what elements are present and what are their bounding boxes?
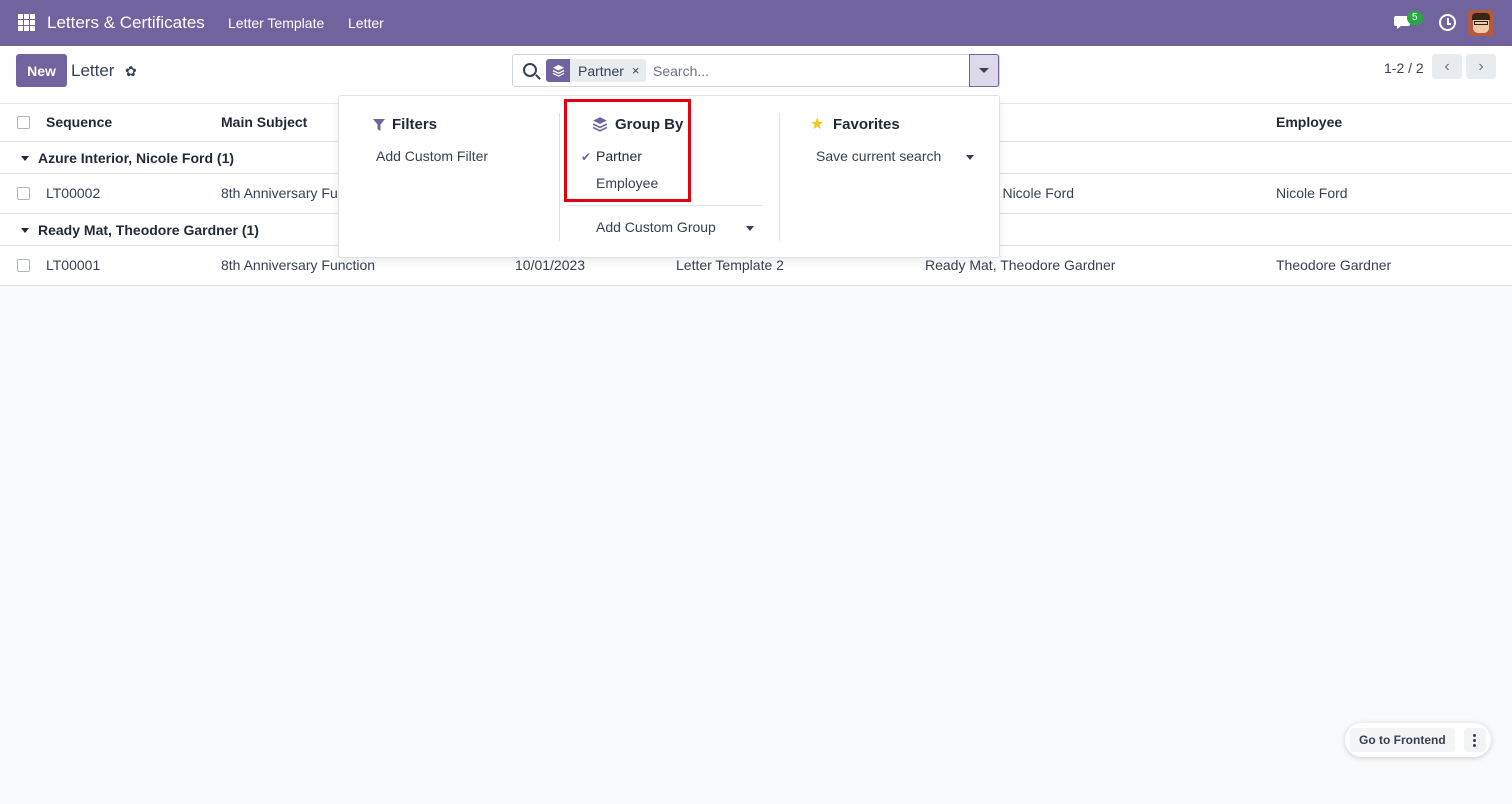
cell-employee: Nicole Ford xyxy=(1276,185,1348,201)
facet-label: Partner xyxy=(578,62,624,79)
search-options-dropdown: Filters Add Custom Filter Group By ✔ Par… xyxy=(338,95,1000,258)
chevron-down-icon xyxy=(746,226,754,231)
chat-badge: 5 xyxy=(1407,11,1423,25)
row-checkbox[interactable] xyxy=(17,259,30,272)
cell-partner: Ready Mat, Theodore Gardner xyxy=(925,257,1116,273)
search-facet-partner: Partner × xyxy=(546,59,646,82)
cell-sequence: LT00002 xyxy=(46,185,101,201)
frontend-pill: Go to Frontend xyxy=(1345,723,1491,757)
cell-sequence: LT00001 xyxy=(46,257,101,273)
divider xyxy=(567,205,763,206)
select-all-checkbox[interactable] xyxy=(17,116,30,129)
cell-main-subject: 8th Anniversary Function xyxy=(221,257,376,273)
clock-icon[interactable] xyxy=(1439,14,1456,31)
nav-item-letter[interactable]: Letter xyxy=(348,15,384,31)
cell-main-subject: 8th Anniversary Fu xyxy=(221,185,338,201)
layers-icon xyxy=(546,59,570,82)
column-header-sequence[interactable]: Sequence xyxy=(46,114,112,130)
chevron-down-icon xyxy=(966,155,974,160)
caret-down-icon xyxy=(21,228,29,233)
search-bar: Partner × xyxy=(512,54,1000,87)
star-icon: ★ xyxy=(810,116,825,133)
group-label: Ready Mat, Theodore Gardner (1) xyxy=(38,222,259,238)
column-header-main-subject[interactable]: Main Subject xyxy=(221,114,307,130)
add-custom-filter[interactable]: Add Custom Filter xyxy=(376,148,488,164)
cell-template: Letter Template 2 xyxy=(676,257,784,273)
avatar[interactable] xyxy=(1468,10,1494,36)
group-label: Azure Interior, Nicole Ford (1) xyxy=(38,150,235,166)
cell-date: 10/01/2023 xyxy=(515,257,586,273)
add-custom-group-select[interactable]: Add Custom Group xyxy=(596,219,716,235)
cell-employee: Theodore Gardner xyxy=(1276,257,1392,273)
nav-item-letter-template[interactable]: Letter Template xyxy=(228,15,324,31)
pager-value[interactable]: 1-2 / 2 xyxy=(1384,60,1424,76)
kebab-menu-icon[interactable] xyxy=(1464,728,1486,752)
search-input[interactable] xyxy=(653,60,963,82)
new-button[interactable]: New xyxy=(16,54,67,87)
favorites-title: Favorites xyxy=(833,116,900,133)
facet-remove-icon[interactable]: × xyxy=(632,63,646,78)
page-title: Letter xyxy=(71,61,115,80)
chevron-down-icon xyxy=(979,68,989,73)
apps-grid-icon[interactable] xyxy=(18,14,35,31)
pager-previous-button[interactable]: ‹ xyxy=(1432,54,1462,79)
divider xyxy=(559,113,560,241)
gear-icon[interactable]: ✿ xyxy=(125,63,137,80)
highlight-annotation xyxy=(564,99,691,202)
column-header-employee[interactable]: Employee xyxy=(1276,114,1342,130)
filters-title: Filters xyxy=(392,116,438,133)
caret-down-icon xyxy=(21,156,29,161)
row-checkbox[interactable] xyxy=(17,187,30,200)
search-icon[interactable] xyxy=(523,63,537,77)
divider xyxy=(779,113,780,241)
search-options-toggle[interactable] xyxy=(969,54,999,87)
go-to-frontend-button[interactable]: Go to Frontend xyxy=(1350,728,1455,752)
save-current-search[interactable]: Save current search xyxy=(816,148,941,164)
app-title[interactable]: Letters & Certificates xyxy=(47,13,205,33)
top-navbar: Letters & Certificates Letter Template L… xyxy=(0,0,1512,46)
filter-icon xyxy=(373,119,385,131)
pager-next-button[interactable]: › xyxy=(1466,54,1496,79)
